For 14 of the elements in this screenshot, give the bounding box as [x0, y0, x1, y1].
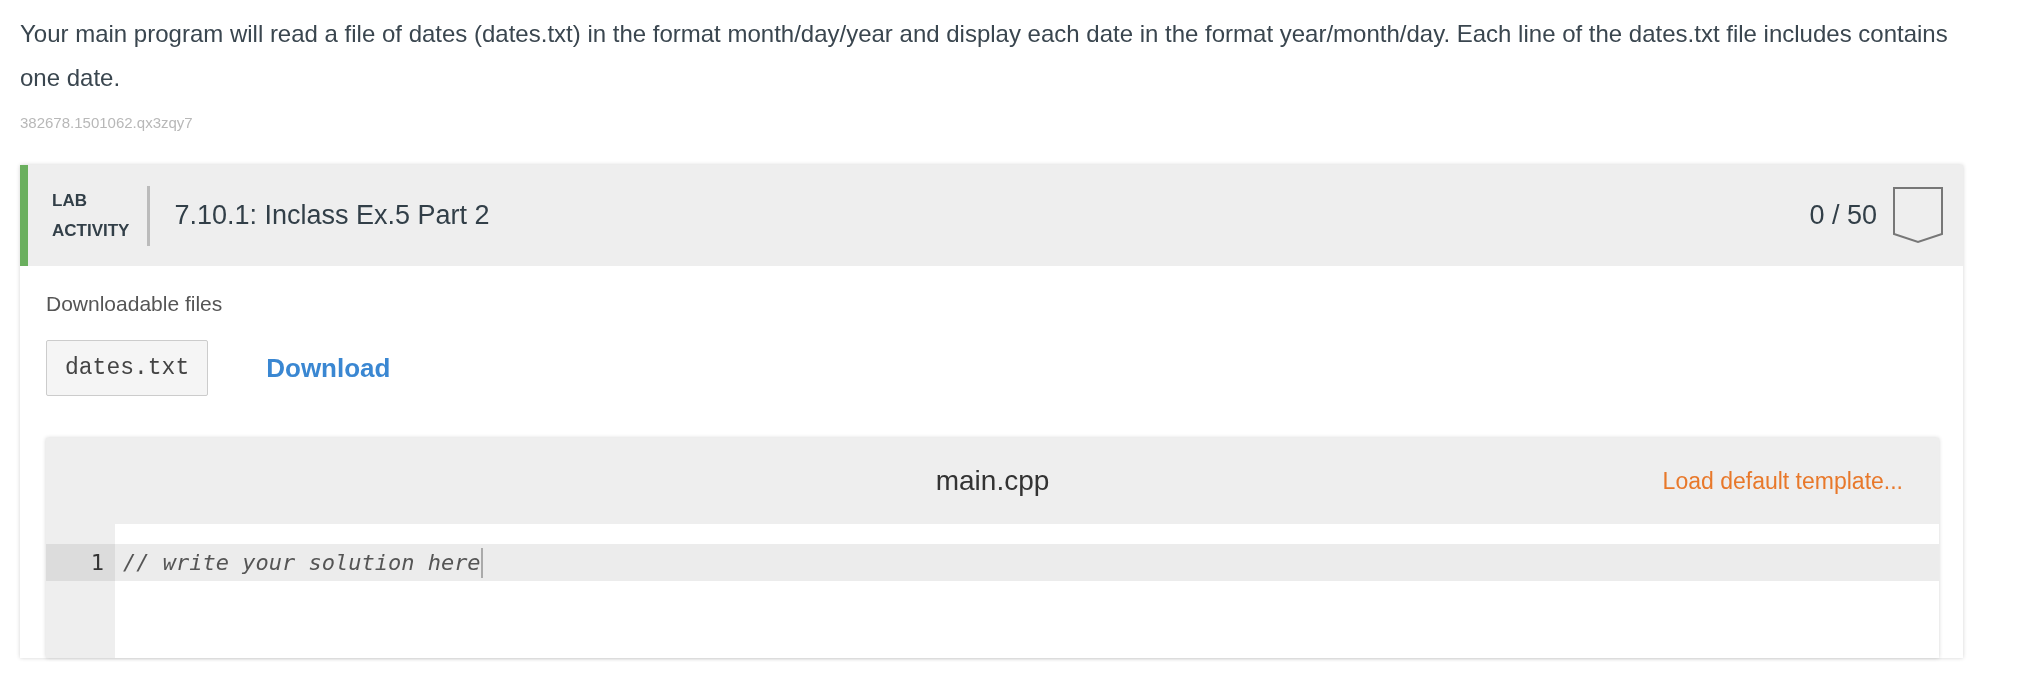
download-link[interactable]: Download: [266, 352, 391, 384]
score-text: 0 / 50: [1809, 200, 1877, 231]
load-template-link[interactable]: Load default template...: [1662, 467, 1903, 495]
text-cursor: [480, 547, 483, 578]
problem-description: Your main program will read a file of dates (dates.txt) in the format month/day/year and display each date in the format year/month/day. Each line of the dates.txt file includes contains one date.: [20, 19, 1949, 93]
activity-title: 7.10.1: Inclass Ex.5 Part 2: [174, 200, 491, 231]
line-number: 1: [46, 544, 115, 581]
file-name: dates.txt: [46, 340, 209, 396]
downloads-heading: Downloadable files: [46, 292, 224, 316]
activity-type-label: LAB ACTIVITY: [52, 185, 151, 246]
code-editor[interactable]: main.cpp Load default template... 1 // write your solution here: [46, 438, 1939, 658]
code-text: // write your solution here: [123, 550, 481, 575]
question-id: 382678.1501062.qx3zqy7: [20, 114, 194, 131]
file-tab-title: main.cpp: [935, 465, 1050, 497]
